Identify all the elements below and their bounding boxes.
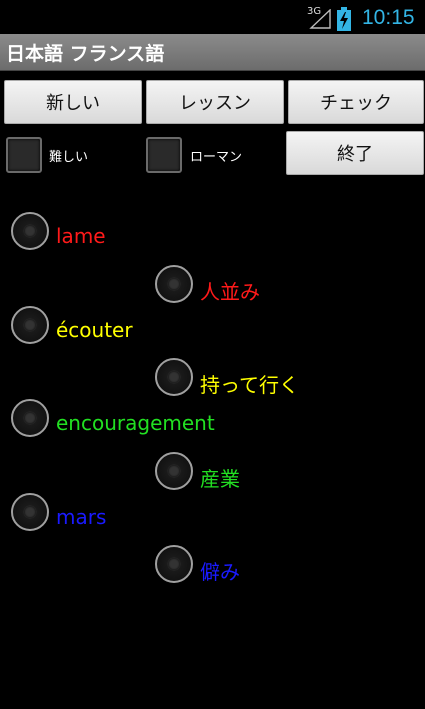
quiz-option-8[interactable]: 僻み: [200, 556, 240, 585]
quiz-option-5[interactable]: encouragement: [56, 411, 215, 435]
quiz-radio-5[interactable]: [11, 399, 49, 437]
battery-charging-icon: [337, 7, 351, 31]
app-title: 日本語 フランス語: [6, 43, 165, 65]
quiz-radio-6[interactable]: [155, 452, 193, 490]
quiz-option-3[interactable]: écouter: [56, 318, 133, 342]
quiz-radio-2[interactable]: [155, 265, 193, 303]
roman-label: ローマン: [190, 150, 243, 165]
quiz-radio-4[interactable]: [155, 358, 193, 396]
lesson-button[interactable]: レッスン: [146, 80, 284, 124]
app-title-bar: 日本語 フランス語: [0, 34, 425, 71]
network-type-label: 3G: [307, 6, 322, 17]
quiz-radio-3[interactable]: [11, 306, 49, 344]
quiz-radio-8[interactable]: [155, 545, 193, 583]
quiz-radio-7[interactable]: [11, 493, 49, 531]
check-button[interactable]: チェック: [288, 80, 424, 124]
quiz-option-2[interactable]: 人並み: [200, 276, 260, 305]
quiz-option-6[interactable]: 産業: [200, 463, 240, 492]
quiz-option-1[interactable]: lame: [56, 224, 106, 248]
roman-checkbox[interactable]: [146, 137, 182, 173]
new-button[interactable]: 新しい: [4, 80, 142, 124]
clock: 10:15: [362, 6, 415, 29]
quiz-radio-1[interactable]: [11, 212, 49, 250]
difficult-checkbox[interactable]: [6, 137, 42, 173]
quiz-option-7[interactable]: mars: [56, 505, 106, 529]
quiz-option-4[interactable]: 持って行く: [200, 369, 299, 398]
status-bar: 3G 10:15: [0, 0, 425, 34]
difficult-label: 難しい: [49, 150, 89, 165]
end-button[interactable]: 終了: [286, 131, 424, 175]
